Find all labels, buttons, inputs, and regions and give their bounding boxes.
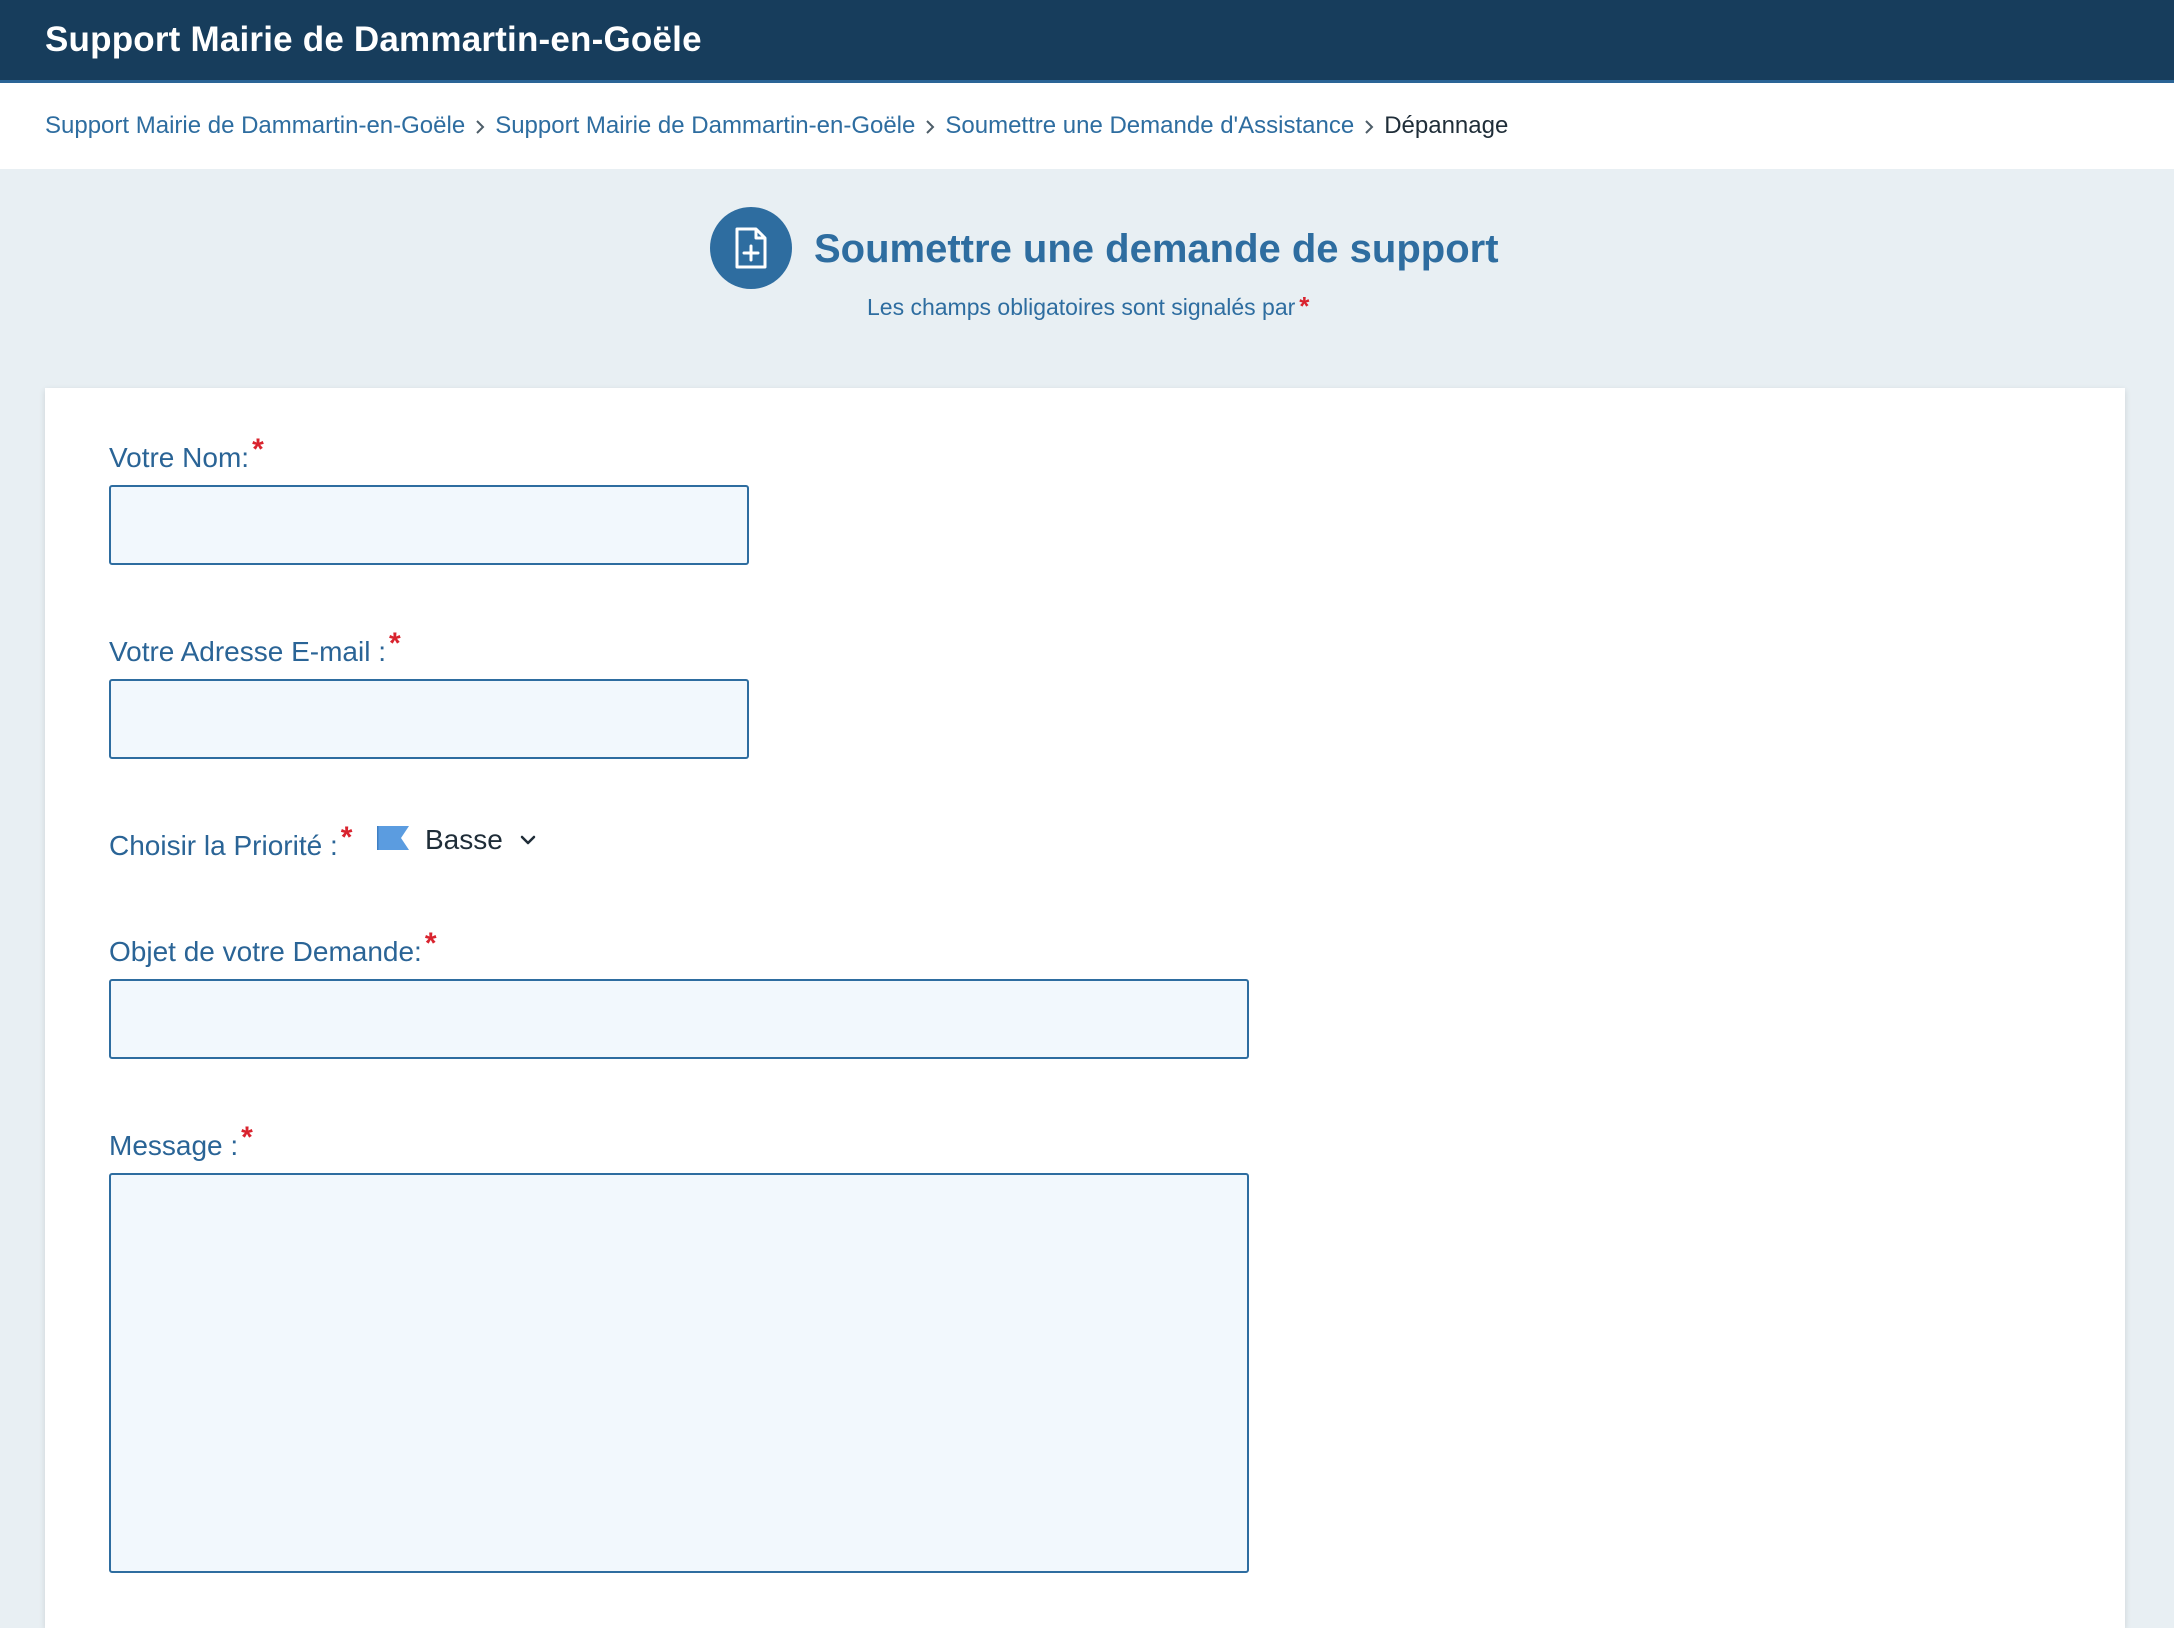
name-input[interactable] <box>109 485 749 565</box>
subject-label-text: Objet de votre Demande: <box>109 936 422 967</box>
top-bar: Support Mairie de Dammartin-en-Goële <box>0 0 2174 83</box>
chevron-right-icon <box>915 112 945 140</box>
priority-select[interactable]: Basse <box>375 824 537 856</box>
required-marker: * <box>1299 291 1310 321</box>
priority-selected-value: Basse <box>425 824 503 855</box>
message-required-marker: * <box>241 1121 253 1154</box>
form-card: Votre Nom: * Votre Adresse E-mail : * Choi… <box>45 388 2125 1628</box>
name-required-marker: * <box>252 433 264 466</box>
chevron-right-icon <box>1354 112 1384 140</box>
priority-required-marker: * <box>340 821 353 854</box>
subject-input[interactable] <box>109 979 1249 1059</box>
required-note-text: Les champs obligatoires sont signalés pa… <box>867 294 1296 320</box>
app-title[interactable]: Support Mairie de Dammartin-en-Goële <box>45 20 702 60</box>
message-label: Message : * <box>109 1121 253 1163</box>
required-fields-note: Les champs obligatoires sont signalés pa… <box>867 291 1309 322</box>
name-label: Votre Nom: * <box>109 433 264 475</box>
priority-label-text: Choisir la Priorité : <box>109 830 338 861</box>
file-plus-icon <box>710 207 792 289</box>
breadcrumb-item-submit-request[interactable]: Soumettre une Demande d'Assistance <box>945 112 1354 140</box>
breadcrumb-item-current: Dépannage <box>1384 112 1509 139</box>
flag-icon <box>375 825 409 855</box>
name-label-text: Votre Nom: <box>109 442 250 473</box>
breadcrumb-item-portal[interactable]: Support Mairie de Dammartin-en-Goële <box>495 112 915 140</box>
breadcrumb: Support Mairie de Dammartin-en-Goële Sup… <box>0 83 2174 169</box>
email-label-text: Votre Adresse E-mail : <box>109 636 387 667</box>
message-label-text: Message : <box>109 1130 239 1161</box>
form-header: Soumettre une demande de support Les cha… <box>0 169 2174 389</box>
breadcrumb-item-home[interactable]: Support Mairie de Dammartin-en-Goële <box>45 112 465 140</box>
chevron-right-icon <box>465 112 495 140</box>
subject-label: Objet de votre Demande: * <box>109 927 437 969</box>
email-label: Votre Adresse E-mail : * <box>109 627 401 669</box>
subject-required-marker: * <box>424 927 437 960</box>
chevron-down-icon <box>519 834 537 846</box>
priority-label: Choisir la Priorité : * <box>109 821 352 863</box>
page-title: Soumettre une demande de support <box>814 227 1499 271</box>
email-input[interactable] <box>109 679 749 759</box>
message-textarea[interactable] <box>109 1173 1249 1573</box>
email-required-marker: * <box>389 627 401 660</box>
